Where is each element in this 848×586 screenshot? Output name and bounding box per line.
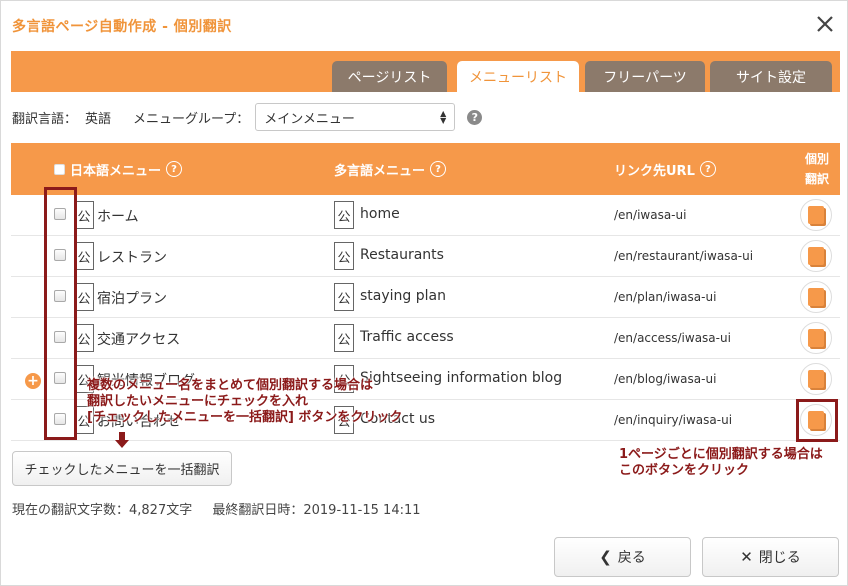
help-icon[interactable]: ? xyxy=(166,161,183,177)
public-badge: 公 xyxy=(74,283,94,311)
book-icon xyxy=(808,247,824,265)
public-badge: 公 xyxy=(334,201,354,229)
help-icon[interactable]: ? xyxy=(467,109,483,125)
arrow-down-icon xyxy=(115,432,129,448)
add-icon[interactable]: + xyxy=(25,373,41,389)
tab-bar: ページリスト メニューリスト フリーパーツ サイト設定 xyxy=(11,51,840,92)
button-highlight-box xyxy=(796,399,838,442)
link-url: /en/restaurant/iwasa-ui xyxy=(614,249,754,263)
link-url: /en/inquiry/iwasa-ui xyxy=(614,413,733,427)
jp-menu-name: 交通アクセス xyxy=(97,332,181,348)
annotation-bulk-line1: 複数のメニュー名をまとめて個別翻訳する場合は xyxy=(87,378,374,393)
help-icon[interactable]: ? xyxy=(699,161,716,177)
jp-menu-name: ホーム xyxy=(97,209,139,225)
header-link-url-label: リンク先URL xyxy=(614,163,695,179)
annotation-bulk-line2: 翻訳したいメニューにチェックを入れ xyxy=(87,394,309,409)
individual-translate-button[interactable] xyxy=(800,363,832,395)
language-value: 英語 xyxy=(85,111,112,127)
individual-translate-button[interactable] xyxy=(800,199,832,231)
menu-group-selected: メインメニュー xyxy=(264,111,355,127)
annotation-individual-line1: 1ページごとに個別翻訳する場合は xyxy=(619,447,823,462)
menu-group-select[interactable]: メインメニュー ▲ ▼ xyxy=(255,103,456,131)
individual-translate-button[interactable] xyxy=(800,281,832,313)
table-row: 公 レストラン 公 Restaurants /en/restaurant/iwa… xyxy=(11,236,840,277)
menu-group-label: メニューグループ： xyxy=(133,111,250,127)
tab-page-list[interactable]: ページリスト xyxy=(332,61,447,92)
book-icon xyxy=(808,206,824,224)
char-count: 現在の翻訳文字数：4,827文字 xyxy=(12,503,193,518)
link-url: /en/iwasa-ui xyxy=(614,208,687,222)
annotation-individual: 1ページごとに個別翻訳する場合は このボタンをクリック xyxy=(619,447,823,479)
close-label: 閉じる xyxy=(758,550,801,566)
table-header: 日本語メニュー ? 多言語メニュー ? リンク先URL ? 個別 翻訳 xyxy=(11,143,840,195)
header-ml-menu: 多言語メニュー ? xyxy=(334,143,447,195)
select-arrows-icon: ▲ ▼ xyxy=(440,109,447,125)
back-label: 戻る xyxy=(617,550,646,566)
public-badge: 公 xyxy=(74,201,94,229)
close-button[interactable]: ✕ 閉じる xyxy=(702,537,839,577)
book-icon xyxy=(808,329,824,347)
header-jp-menu-label: 日本語メニュー xyxy=(70,163,162,179)
checkbox-highlight-box xyxy=(44,187,77,440)
book-icon xyxy=(808,370,824,388)
table-row: 公 宿泊プラン 公 staying plan /en/plan/iwasa-ui xyxy=(11,277,840,318)
table-row: 公 ホーム 公 home /en/iwasa-ui xyxy=(11,195,840,236)
close-icon: ✕ xyxy=(740,548,753,566)
annotation-bulk-line3: [チェックしたメニューを一括翻訳] ボタンをクリック xyxy=(87,410,403,425)
public-badge: 公 xyxy=(74,324,94,352)
jp-menu-name: 宿泊プラン xyxy=(97,291,167,307)
filter-row: 翻訳言語： 英語 メニューグループ： メインメニュー ▲ ▼ ? xyxy=(12,103,483,131)
book-icon xyxy=(808,288,824,306)
link-url: /en/blog/iwasa-ui xyxy=(614,372,717,386)
back-button[interactable]: ❮ 戻る xyxy=(554,537,691,577)
table-row: 公 交通アクセス 公 Traffic access /en/access/iwa… xyxy=(11,318,840,359)
translation-info: 現在の翻訳文字数：4,827文字 最終翻訳日時：2019-11-15 14:11 xyxy=(12,499,421,518)
annotation-individual-line2: このボタンをクリック xyxy=(619,463,750,478)
language-label: 翻訳言語： xyxy=(12,111,78,127)
tab-free-parts[interactable]: フリーパーツ xyxy=(585,61,705,92)
help-icon[interactable]: ? xyxy=(430,161,447,177)
select-all-checkbox[interactable] xyxy=(54,163,65,175)
link-url: /en/plan/iwasa-ui xyxy=(614,290,717,304)
link-url: /en/access/iwasa-ui xyxy=(614,331,731,345)
header-ml-menu-label: 多言語メニュー xyxy=(334,163,426,179)
translation-dialog: 多言語ページ自動作成 - 個別翻訳 ページリスト メニューリスト フリーパーツ … xyxy=(0,0,848,586)
dialog-title: 多言語ページ自動作成 - 個別翻訳 xyxy=(12,19,232,35)
public-badge: 公 xyxy=(334,242,354,270)
ml-menu-name: Restaurants xyxy=(360,247,444,263)
public-badge: 公 xyxy=(74,242,94,270)
individual-translate-button[interactable] xyxy=(800,322,832,354)
public-badge: 公 xyxy=(334,283,354,311)
close-icon[interactable] xyxy=(813,12,837,36)
header-individual-line2: 翻訳 xyxy=(804,172,829,186)
tab-site-settings[interactable]: サイト設定 xyxy=(710,61,832,92)
annotation-bulk: 複数のメニュー名をまとめて個別翻訳する場合は 翻訳したいメニューにチェックを入れ… xyxy=(87,378,402,426)
header-individual-line1: 個別 xyxy=(804,152,829,166)
ml-menu-name: home xyxy=(360,206,400,222)
header-individual: 個別 翻訳 xyxy=(794,143,840,195)
last-translated: 最終翻訳日時：2019-11-15 14:11 xyxy=(212,503,421,518)
ml-menu-name: Traffic access xyxy=(360,329,454,345)
public-badge: 公 xyxy=(334,324,354,352)
tab-menu-list[interactable]: メニューリスト xyxy=(457,61,579,92)
individual-translate-button[interactable] xyxy=(800,240,832,272)
jp-menu-name: レストラン xyxy=(97,250,167,266)
chevron-left-icon: ❮ xyxy=(599,548,612,566)
bulk-translate-button[interactable]: チェックしたメニューを一括翻訳 xyxy=(12,451,232,486)
header-link-url: リンク先URL ? xyxy=(614,143,716,195)
ml-menu-name: staying plan xyxy=(360,288,446,304)
